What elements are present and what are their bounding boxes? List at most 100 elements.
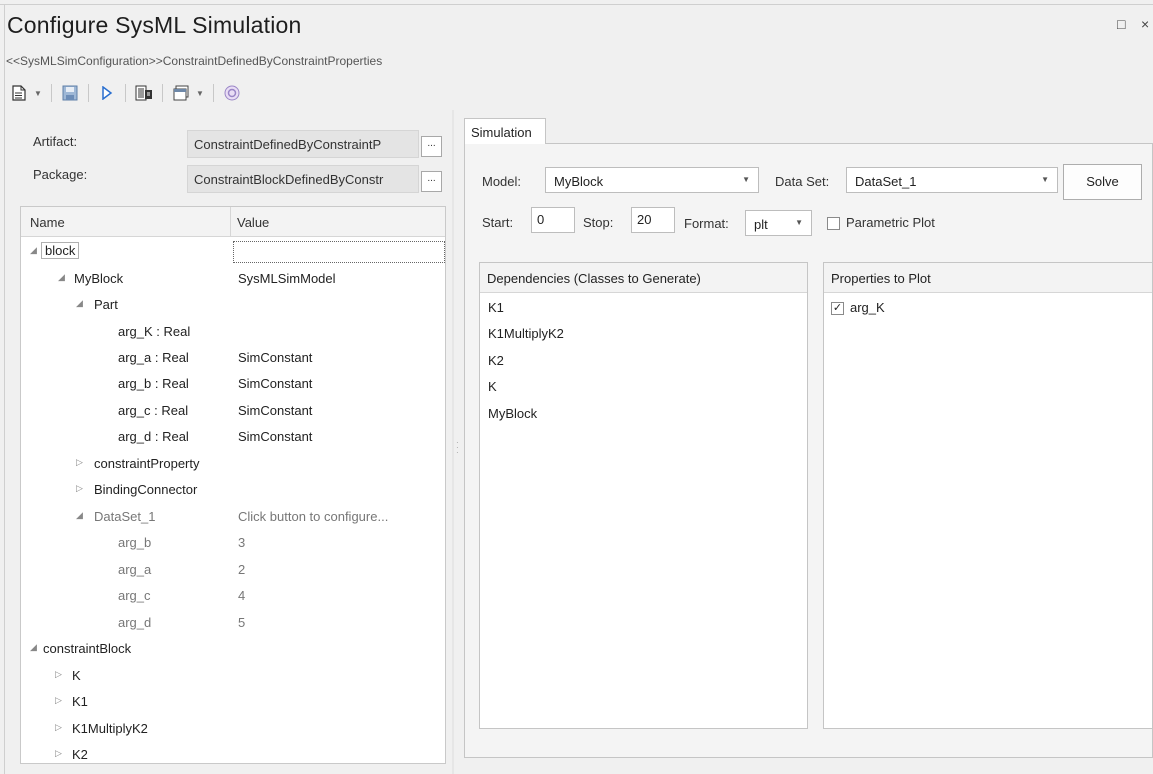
tree-row-name: K2 [72, 747, 88, 762]
collapsed-icon[interactable]: ▷ [76, 457, 83, 468]
model-select[interactable]: MyBlock ▼ [545, 167, 759, 193]
parametric-plot-checkbox[interactable] [827, 217, 840, 230]
dataset-label: Data Set: [775, 174, 830, 189]
tree-row[interactable]: arg_c 4 [21, 583, 445, 609]
tree-row-name: arg_b : Real [118, 376, 189, 391]
save-icon[interactable] [59, 82, 81, 104]
model-label: Model: [482, 174, 522, 189]
new-document-icon[interactable] [8, 82, 30, 104]
help-icon[interactable] [221, 82, 243, 104]
package-field: ConstraintBlockDefinedByConstr [187, 165, 419, 193]
collapsed-icon[interactable]: ▷ [55, 722, 62, 733]
chevron-down-icon: ▼ [742, 175, 750, 184]
list-item[interactable]: K1MultiplyK2 [488, 326, 564, 341]
artifact-label: Artifact: [33, 134, 78, 149]
tree-row-name: constraintProperty [94, 456, 200, 471]
tree-row-name: arg_c [118, 588, 151, 603]
model-select-value: MyBlock [554, 174, 604, 189]
configure-simulation-window: Configure SysML Simulation □ × <<SysMLSi… [0, 0, 1153, 774]
tree-row[interactable]: ▷ K1 [21, 689, 445, 715]
expanded-icon[interactable]: ◢ [76, 510, 83, 521]
tree-row[interactable]: ▷ K2 [21, 742, 445, 763]
configuration-tree[interactable]: Name Value ◢ block ◢ MyBlock SysMLSimMod… [20, 206, 446, 764]
tree-row[interactable]: arg_d 5 [21, 610, 445, 636]
column-divider[interactable] [230, 207, 231, 237]
package-browse-button[interactable]: ... [421, 171, 442, 192]
collapsed-icon[interactable]: ▷ [76, 483, 83, 494]
tree-row[interactable]: ▷ constraintProperty [21, 451, 445, 477]
tree-row[interactable]: arg_K : Real [21, 319, 445, 345]
artifact-field: ConstraintDefinedByConstraintP [187, 130, 419, 158]
panel-splitter[interactable] [452, 110, 454, 774]
element-stereotype-path: <<SysMLSimConfiguration>>ConstraintDefin… [6, 54, 383, 68]
tree-row[interactable]: arg_a 2 [21, 557, 445, 583]
expanded-icon[interactable]: ◢ [58, 272, 65, 283]
chevron-down-icon: ▼ [1041, 175, 1049, 184]
expanded-icon[interactable]: ◢ [30, 245, 37, 256]
close-icon[interactable]: × [1141, 16, 1149, 32]
maximize-icon[interactable]: □ [1117, 16, 1125, 32]
list-item[interactable]: K2 [488, 353, 504, 368]
properties-to-plot-list[interactable]: Properties to Plot ✓ arg_K [823, 262, 1153, 729]
format-select-value: plt [754, 217, 768, 232]
toolbar-separator [88, 84, 89, 102]
configure-dataset-link[interactable]: Click button to configure... [238, 509, 388, 524]
tree-row[interactable]: arg_b 3 [21, 530, 445, 556]
tree-row-value-editor[interactable] [233, 241, 445, 263]
tree-row-name: arg_K : Real [118, 324, 191, 339]
tree-row-name: arg_d : Real [118, 429, 189, 444]
arg-k-checkbox[interactable]: ✓ [831, 302, 844, 315]
format-select[interactable]: plt ▼ [745, 210, 812, 236]
run-icon[interactable] [96, 82, 118, 104]
expanded-icon[interactable]: ◢ [76, 298, 83, 309]
dataset-select-value: DataSet_1 [855, 174, 917, 189]
column-header-value[interactable]: Value [237, 215, 269, 230]
tree-row[interactable]: ◢ Part [21, 292, 445, 318]
window-dropdown-chevron-icon[interactable]: ▼ [194, 82, 206, 104]
tree-row[interactable]: ◢ constraintBlock [21, 636, 445, 662]
tree-row[interactable]: arg_c : Real SimConstant [21, 398, 445, 424]
tree-row-value: 2 [238, 562, 246, 577]
window-top-border [0, 4, 1153, 5]
tree-row[interactable]: ◢ block [21, 239, 445, 265]
tree-row[interactable]: arg_a : Real SimConstant [21, 345, 445, 371]
collapsed-icon[interactable]: ▷ [55, 748, 62, 759]
solve-button[interactable]: Solve [1063, 164, 1142, 200]
artifact-browse-button[interactable]: ... [421, 136, 442, 157]
tree-row[interactable]: arg_b : Real SimConstant [21, 371, 445, 397]
tree-header: Name Value [21, 207, 445, 237]
tree-row-value: SimConstant [238, 429, 313, 444]
list-item[interactable]: arg_K [850, 300, 885, 315]
tree-row-name: Part [94, 297, 118, 312]
expanded-icon[interactable]: ◢ [30, 642, 37, 653]
tree-row-name: arg_b [118, 535, 152, 550]
generate-icon[interactable] [133, 82, 155, 104]
new-dropdown-chevron-icon[interactable]: ▼ [32, 82, 44, 104]
tree-row-value: SimConstant [238, 403, 313, 418]
list-item[interactable]: MyBlock [488, 406, 537, 421]
tree-row[interactable]: ▷ K1MultiplyK2 [21, 716, 445, 742]
collapsed-icon[interactable]: ▷ [55, 669, 62, 680]
dataset-select[interactable]: DataSet_1 ▼ [846, 167, 1058, 193]
tab-simulation[interactable]: Simulation [464, 118, 546, 144]
tree-row-name: arg_a [118, 562, 152, 577]
list-item[interactable]: K1 [488, 300, 504, 315]
start-input[interactable]: 0 [531, 207, 575, 233]
stop-input[interactable]: 20 [631, 207, 675, 233]
column-header-name[interactable]: Name [30, 215, 65, 230]
splitter-grip[interactable]: · · · [456, 439, 459, 457]
window-icon[interactable] [170, 82, 192, 104]
tree-row[interactable]: ▷ K [21, 663, 445, 689]
window-left-border [4, 4, 5, 774]
tree-row-name: arg_a : Real [118, 350, 189, 365]
tree-row[interactable]: ◢ MyBlock SysMLSimModel [21, 266, 445, 292]
stop-label: Stop: [583, 215, 614, 230]
tree-row-value: SysMLSimModel [238, 271, 336, 286]
tree-row[interactable]: ◢ DataSet_1 Click button to configure... [21, 504, 445, 530]
tree-row-name: MyBlock [74, 271, 124, 286]
tree-row[interactable]: ▷ BindingConnector [21, 477, 445, 503]
tree-row[interactable]: arg_d : Real SimConstant [21, 424, 445, 450]
list-item[interactable]: K [488, 379, 497, 394]
dependencies-list[interactable]: Dependencies (Classes to Generate) K1 K1… [479, 262, 808, 729]
collapsed-icon[interactable]: ▷ [55, 695, 62, 706]
